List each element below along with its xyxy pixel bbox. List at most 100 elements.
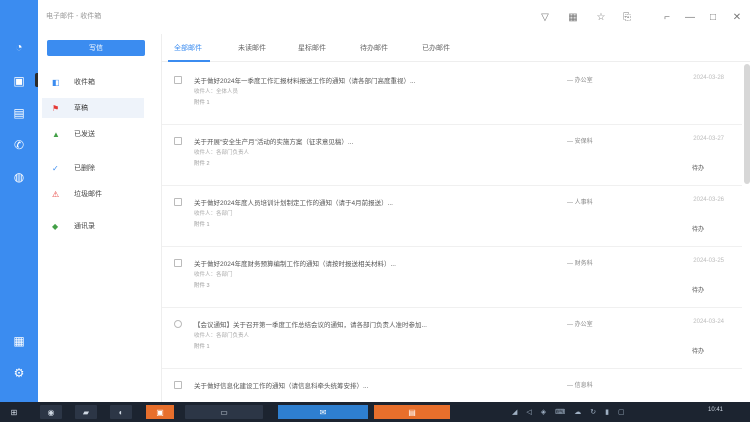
attachment-count: 附件 2 (194, 161, 210, 167)
filter-icon[interactable]: ▽ (538, 10, 552, 24)
mail-subject: 关于做好信息化建设工作的通知（请信息科牵头统筹安排）... (194, 383, 369, 390)
folder-icon[interactable]: ▰ (75, 405, 97, 419)
folder-label: 通讯录 (74, 223, 95, 230)
security-icon[interactable]: ◈ (541, 408, 546, 416)
compose-button[interactable]: 写信 (47, 40, 145, 56)
volume-icon[interactable]: ◁ (526, 408, 531, 416)
taskbar-window-3[interactable]: ▤ (374, 405, 450, 419)
update-icon[interactable]: ↻ (590, 408, 596, 416)
battery-icon[interactable]: ▮ (605, 408, 609, 416)
tab-bar: 全部邮件 未读邮件 星标邮件 待办邮件 已办邮件 (162, 34, 750, 62)
mail-list-pane: 全部邮件 未读邮件 星标邮件 待办邮件 已办邮件 关于做好2024年一季度工作汇… (162, 34, 750, 402)
mail-date: 2024-03-27 (693, 136, 724, 142)
browser-icon[interactable]: ◉ (40, 405, 62, 419)
phone-icon[interactable]: ✆ (11, 138, 27, 152)
spam-icon: ⚠ (52, 189, 60, 199)
tab-all[interactable]: 全部邮件 (174, 42, 202, 54)
todo-tag[interactable]: 待办 (692, 163, 704, 172)
settings-icon[interactable]: ⚙ (11, 366, 27, 380)
attachment-count: 附件 1 (194, 344, 210, 350)
mail-subject: 关于开展“安全生产月”活动的实施方案（征求意见稿）... (194, 139, 354, 146)
inbox-icon: ◧ (52, 77, 60, 87)
row-checkbox[interactable] (174, 381, 182, 389)
app-orange-icon[interactable]: ▣ (146, 405, 174, 419)
mail-recipients: 收件人：各部门 (194, 272, 233, 278)
calendar-icon[interactable]: ▦ (566, 10, 580, 24)
star-icon[interactable]: ☆ (594, 10, 608, 24)
folder-inbox[interactable]: ◧ 收件箱 (42, 72, 144, 92)
folder-sent[interactable]: ▲ 已发送 (42, 124, 144, 144)
todo-tag[interactable]: 待办 (692, 346, 704, 355)
notification-icon[interactable]: ▢ (618, 408, 625, 416)
start-icon[interactable]: ⊞ (6, 405, 22, 419)
tab-done[interactable]: 已办邮件 (422, 42, 450, 54)
flag-icon: ⚑ (52, 103, 60, 113)
taskbar-window-mail[interactable]: ✉ (278, 405, 368, 419)
minimize-icon[interactable]: — (683, 10, 697, 24)
tab-starred[interactable]: 星标邮件 (298, 42, 326, 54)
mail-subject: 关于做好2024年一季度工作汇报材料报送工作的通知（请各部门高度重视）... (194, 78, 416, 85)
document-icon[interactable]: ▤ (11, 106, 27, 120)
mail-date: 2024-03-24 (693, 319, 724, 325)
window-title: 电子邮件 - 收件箱 (46, 13, 102, 20)
mail-row[interactable]: 关于做好信息化建设工作的通知（请信息科牵头统筹安排）... — 信息科 (162, 369, 742, 402)
attachment-count: 附件 3 (194, 283, 210, 289)
globe-icon[interactable]: ◍ (11, 170, 27, 184)
mail-recipients: 收件人：各部门 (194, 211, 233, 217)
taskbar-window-1[interactable]: ▭ (185, 405, 263, 419)
folder-drafts[interactable]: ⚑ 草稿 (42, 98, 144, 118)
edge-icon[interactable]: ◐ (110, 405, 132, 419)
attachment-count: 附件 1 (194, 222, 210, 228)
title-bar: 电子邮件 - 收件箱 ▽ ▦ ☆ ⎘ ⌐ — □ ✕ (38, 0, 750, 34)
mail-icon[interactable]: ▣ (11, 74, 27, 88)
mail-date: 2024-03-26 (693, 197, 724, 203)
maximize-icon[interactable]: □ (706, 10, 720, 24)
row-checkbox[interactable] (174, 320, 182, 328)
folder-label: 垃圾邮件 (74, 191, 102, 198)
chat-icon[interactable]: ◔ (11, 40, 27, 54)
folder-deleted[interactable]: ✓ 已删除 (42, 158, 144, 178)
mail-recipients: 收件人：各部门负责人 (194, 150, 250, 156)
folder-label: 已删除 (74, 165, 95, 172)
folder-label: 草稿 (74, 105, 88, 112)
mail-row[interactable]: 关于开展“安全生产月”活动的实施方案（征求意见稿）... — 安保科 2024-… (162, 125, 742, 186)
tab-unread[interactable]: 未读邮件 (238, 42, 266, 54)
pin-icon[interactable]: ⌐ (660, 10, 674, 24)
folder-spam[interactable]: ⚠ 垃圾邮件 (42, 184, 144, 204)
system-tray: ◢ ◁ ◈ ⌨ ☁ ↻ ▮ ▢ (512, 407, 692, 417)
mail-footer: 附件 1 (194, 342, 284, 350)
export-icon[interactable]: ⎘ (620, 10, 634, 24)
row-checkbox[interactable] (174, 137, 182, 145)
todo-tag[interactable]: 待办 (692, 224, 704, 233)
row-checkbox[interactable] (174, 259, 182, 267)
row-checkbox[interactable] (174, 76, 182, 84)
row-checkbox[interactable] (174, 198, 182, 206)
sent-icon: ▲ (52, 129, 60, 139)
list-scrollbar[interactable] (744, 64, 750, 184)
folder-label: 已发送 (74, 131, 95, 138)
input-icon[interactable]: ⌨ (555, 408, 565, 416)
folder-sidebar: 写信 ◧ 收件箱 ⚑ 草稿 ▲ 已发送 ✓ 已删除 ⚠ 垃圾邮件 ◆ 通讯录 (38, 34, 162, 402)
mail-recipients: 收件人：全体人员 (194, 89, 239, 95)
mail-footer: 附件 3 (194, 281, 284, 289)
todo-tag[interactable]: 待办 (692, 285, 704, 294)
mail-sender: — 办公室 (567, 78, 593, 84)
mail-footer: 附件 1 (194, 220, 284, 228)
attachment-count: 附件 1 (194, 100, 210, 106)
mail-row[interactable]: 关于做好2024年度人员培训计划制定工作的通知（请于4月前报送）... — 人事… (162, 186, 742, 247)
network-icon[interactable]: ◢ (512, 408, 517, 416)
mail-sender: — 信息科 (567, 383, 593, 389)
mail-date: 2024-03-25 (693, 258, 724, 264)
mail-row[interactable]: 关于做好2024年一季度工作汇报材料报送工作的通知（请各部门高度重视）... —… (162, 64, 742, 125)
mail-row[interactable]: 【会议通知】关于召开第一季度工作总结会议的通知，请各部门负责人准时参加... —… (162, 308, 742, 369)
tab-todo[interactable]: 待办邮件 (360, 42, 388, 54)
mail-subject: 关于做好2024年度人员培训计划制定工作的通知（请于4月前报送）... (194, 200, 393, 207)
close-icon[interactable]: ✕ (730, 10, 744, 24)
grid-icon[interactable]: ▦ (11, 334, 27, 348)
cloud-icon[interactable]: ☁ (574, 408, 581, 416)
mail-footer: 附件 2 (194, 159, 284, 167)
mail-row[interactable]: 关于做好2024年度财务预算编制工作的通知（请按时报送相关材料）... — 财务… (162, 247, 742, 308)
clock[interactable]: 10:41 (708, 407, 723, 413)
mail-sender: — 安保科 (567, 139, 593, 145)
folder-contacts[interactable]: ◆ 通讯录 (42, 216, 144, 236)
